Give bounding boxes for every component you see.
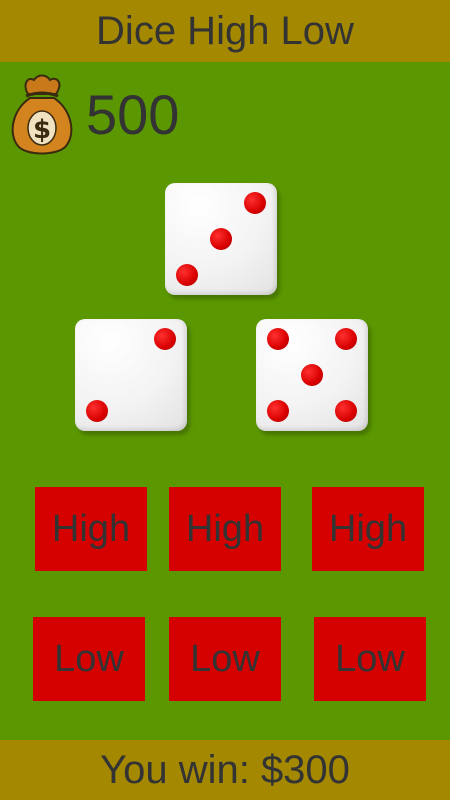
die-pip xyxy=(86,399,109,422)
die-pip xyxy=(267,399,290,422)
title-bar: Dice High Low xyxy=(0,0,450,62)
bank-display: $ 500 xyxy=(8,72,179,158)
low-button-3[interactable]: Low xyxy=(314,617,426,701)
die-pip xyxy=(301,364,323,386)
die-pip xyxy=(334,328,357,351)
die-right xyxy=(256,319,368,431)
high-button-3[interactable]: High xyxy=(312,487,424,571)
die-pip xyxy=(334,399,357,422)
result-text: You win: $300 xyxy=(100,747,350,792)
app-title: Dice High Low xyxy=(96,8,354,53)
die-left xyxy=(75,319,187,431)
die-top xyxy=(165,183,277,295)
money-bag-icon: $ xyxy=(11,74,73,155)
high-button-2[interactable]: High xyxy=(169,487,281,571)
die-pip xyxy=(267,328,290,351)
die-pip xyxy=(210,228,232,250)
low-button-1[interactable]: Low xyxy=(33,617,145,701)
svg-text:$: $ xyxy=(33,115,51,145)
die-pip xyxy=(153,328,176,351)
bank-amount: 500 xyxy=(86,83,180,146)
result-bar: You win: $300 xyxy=(0,740,450,800)
die-pip xyxy=(176,263,199,286)
die-pip xyxy=(243,192,266,215)
high-button-1[interactable]: High xyxy=(35,487,147,571)
low-button-2[interactable]: Low xyxy=(169,617,281,701)
